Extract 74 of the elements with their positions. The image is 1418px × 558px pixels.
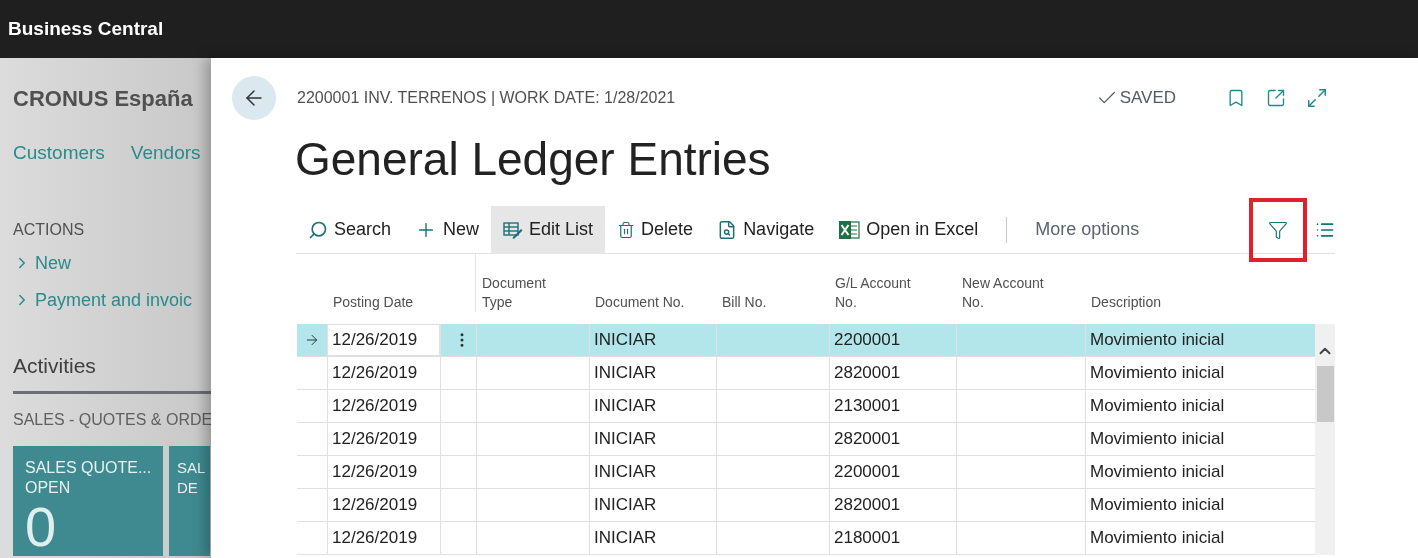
table-row[interactable]: 12/26/2019 INICIAR 2820001 Movimiento inicial [297,489,1315,522]
column-header[interactable]: Document Type [482,274,562,312]
table-cell-text: 12/26/2019 [332,527,418,550]
current-row-icon [304,332,320,348]
actions-heading: ACTIONS [13,219,86,240]
spreadsheet-icon [838,219,861,240]
table-row[interactable]: 12/26/2019 INICIAR 2180001 Movimiento inicial [297,522,1315,555]
scrollbar-thumb[interactable] [1316,366,1334,422]
filter-icon [1268,219,1288,240]
tile-label: SAL [177,458,207,478]
column-header[interactable]: G/L Account No. [835,274,925,312]
trash-icon [617,220,636,239]
table-cell-text: INICIAR [594,494,657,517]
search-icon [308,219,328,240]
toolbar-button[interactable]: New [403,205,492,254]
table-cell-text: 2180001 [834,527,901,550]
table-cell-text: 12/26/2019 [332,428,418,451]
toolbar-button[interactable]: Search [296,205,404,254]
page-title: General Ledger Entries [295,132,772,186]
column-header[interactable]: Posting Date [333,293,414,312]
tile-label: OPEN [25,478,72,498]
table-cell-text: INICIAR [594,362,657,385]
back-button[interactable] [232,76,276,120]
tile-label: SALES QUOTE... [25,458,151,478]
table-cell-text: 2820001 [834,494,901,517]
column-header[interactable]: Description [1091,293,1162,312]
table-cell-text: Movimiento inicial [1090,362,1225,385]
table-cell-text: 2200001 [834,329,901,352]
toolbar-button[interactable]: Delete [605,205,706,254]
table-cell-text: INICIAR [594,428,657,451]
section-title: Activities [13,352,97,379]
table-row[interactable]: 12/26/2019 INICIAR 2200001 Movimiento inicial [297,324,1315,357]
table-cell-text: INICIAR [594,461,657,484]
table-cell-text: 12/26/2019 [332,395,418,418]
table-cell-text: Movimiento inicial [1090,395,1225,418]
toolbar-button[interactable]: Edit List [491,205,606,254]
company-name: CRONUS España [13,85,194,113]
table-cell-text: Movimiento inicial [1090,329,1225,352]
table-cell-text: INICIAR [594,527,657,550]
toolbar-button[interactable]: Open in Excel [826,205,991,254]
tile-value: 0 [25,498,58,556]
save-status: SAVED [1119,87,1176,110]
table-cell-text: 12/26/2019 [332,494,418,517]
table-cell-text: 12/26/2019 [332,329,418,352]
table-cell-text: 12/26/2019 [332,362,418,385]
toolbar-button[interactable]: Navigate [705,205,827,254]
table-cell-text: 12/26/2019 [332,461,418,484]
breadcrumb: 2200001 INV. TERRENOS | WORK DATE: 1/28/2021 [297,88,676,108]
table-cell-text: Movimiento inicial [1090,461,1225,484]
table-cell-text: INICIAR [594,329,657,352]
column-header[interactable]: Document No. [595,293,685,312]
table-row[interactable]: 12/26/2019 INICIAR 2820001 Movimiento inicial [297,357,1315,390]
filter-button[interactable] [1249,197,1307,262]
table-row[interactable]: 12/26/2019 INICIAR 2200001 Movimiento inicial [297,456,1315,489]
column-header[interactable]: New Account No. [962,274,1062,312]
column-header[interactable]: Bill No. [722,293,767,312]
table-row[interactable]: 12/26/2019 INICIAR 2820001 Movimiento inicial [297,423,1315,456]
tile-label: DE [177,478,199,498]
table-row[interactable]: 12/26/2019 INICIAR 2130001 Movimiento inicial [297,390,1315,423]
table-cell-text: Movimiento inicial [1090,428,1225,451]
table-cell-text: Movimiento inicial [1090,527,1225,550]
open-new-window-icon[interactable] [1266,88,1286,108]
expand-icon[interactable] [1306,87,1328,109]
scrollbar[interactable] [1315,324,1335,555]
table-cell-text: 2130001 [834,395,901,418]
table-cell-text: 2820001 [834,362,901,385]
more-options-button[interactable]: More options [1023,205,1152,254]
cue-group-title: SALES - QUOTES & ORDE [13,410,211,430]
table-cell-text: INICIAR [594,395,657,418]
table-cell-text: Movimiento inicial [1090,494,1225,517]
app-title: Business Central [8,16,164,41]
table-cell-text: 2200001 [834,461,901,484]
table-cell-text: 2820001 [834,428,901,451]
table-edit-icon [503,220,524,239]
